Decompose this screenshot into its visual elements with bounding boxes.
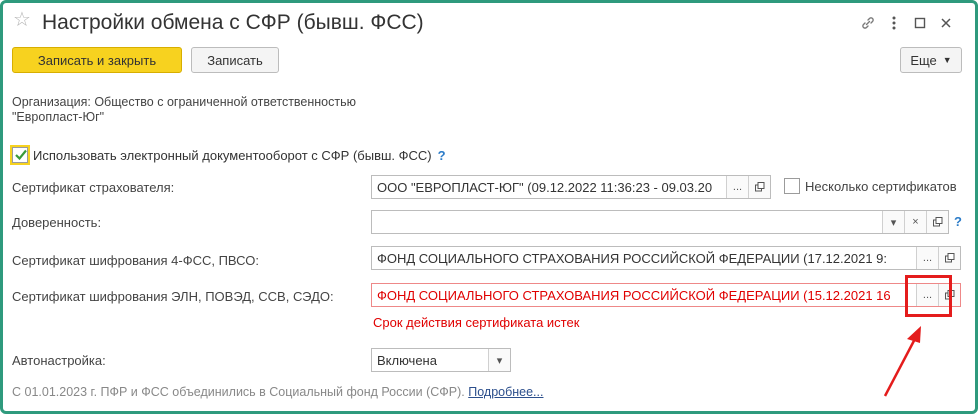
dropdown-icon[interactable]: ▾ — [488, 349, 510, 371]
auto-setup-value: Включена — [377, 352, 437, 368]
footer-note: С 01.01.2023 г. ПФР и ФСС объединились в… — [12, 385, 543, 399]
enc-cert-eln-field[interactable]: ФОНД СОЦИАЛЬНОГО СТРАХОВАНИЯ РОССИЙСКОЙ … — [371, 283, 961, 307]
open-icon[interactable] — [748, 176, 770, 198]
help-icon[interactable]: ? — [954, 214, 962, 229]
enc-cert-4fss-label: Сертификат шифрования 4-ФСС, ПВСО: — [12, 253, 259, 268]
enc-cert-eln-label: Сертификат шифрования ЭЛН, ПОВЭД, ССВ, С… — [12, 289, 334, 304]
organization-line-1: Организация: Общество с ограниченной отв… — [12, 95, 356, 109]
auto-setup-select[interactable]: Включена ▾ — [371, 348, 511, 372]
cert-expired-error: Срок действия сертификата истек — [373, 315, 580, 330]
organization-line-2: "Европласт-Юг" — [12, 110, 105, 124]
window-frame: ☆ Настройки обмена с СФР (бывш. ФСС) Зап… — [0, 0, 978, 414]
star-icon[interactable]: ☆ — [13, 10, 31, 30]
enc-cert-eln-value: ФОНД СОЦИАЛЬНОГО СТРАХОВАНИЯ РОССИЙСКОЙ … — [377, 287, 891, 303]
title-bar: ☆ Настройки обмена с СФР (бывш. ФСС) — [3, 3, 975, 43]
more-button[interactable]: Еще ▼ — [900, 47, 962, 73]
footer-text: С 01.01.2023 г. ПФР и ФСС объединились в… — [12, 385, 465, 399]
save-button[interactable]: Записать — [191, 47, 279, 73]
enc-cert-4fss-field[interactable]: ФОНД СОЦИАЛЬНОГО СТРАХОВАНИЯ РОССИЙСКОЙ … — [371, 246, 961, 270]
checkmark-icon — [15, 149, 27, 161]
annotation-highlight-box — [905, 275, 952, 317]
toolbar: Записать и закрыть Записать Еще ▼ — [3, 47, 975, 77]
edo-checkbox-row[interactable]: Использовать электронный документооборот… — [12, 145, 446, 165]
auto-setup-label: Автонастройка: — [12, 353, 106, 368]
insurer-cert-label: Сертификат страхователя: — [12, 180, 175, 195]
open-icon[interactable] — [938, 247, 960, 269]
power-of-attorney-field[interactable]: ▾ × — [371, 210, 949, 234]
insurer-cert-value: ООО "ЕВРОПЛАСТ-ЮГ" (09.12.2022 11:36:23 … — [377, 179, 713, 195]
maximize-icon[interactable] — [907, 13, 933, 33]
annotation-arrow-icon — [883, 326, 921, 397]
organization-text: Организация: Общество с ограниченной отв… — [12, 95, 356, 125]
enc-cert-4fss-value: ФОНД СОЦИАЛЬНОГО СТРАХОВАНИЯ РОССИЙСКОЙ … — [377, 250, 887, 266]
edo-checkbox-label: Использовать электронный документооборот… — [33, 147, 432, 163]
ellipsis-button[interactable]: ... — [726, 176, 748, 198]
window-title: Настройки обмена с СФР (бывш. ФСС) — [42, 11, 424, 34]
edo-checkbox[interactable] — [12, 147, 28, 163]
multiple-certs-label: Несколько сертификатов — [805, 178, 957, 194]
insurer-cert-field[interactable]: ООО "ЕВРОПЛАСТ-ЮГ" (09.12.2022 11:36:23 … — [371, 175, 771, 199]
dropdown-icon[interactable]: ▾ — [882, 211, 904, 233]
link-icon[interactable] — [855, 13, 881, 33]
multiple-certs-checkbox[interactable] — [784, 178, 800, 194]
help-icon[interactable]: ? — [438, 148, 446, 163]
ellipsis-button[interactable]: ... — [916, 247, 938, 269]
power-of-attorney-label: Доверенность: — [12, 215, 102, 230]
chevron-down-icon: ▼ — [942, 55, 952, 65]
window-controls — [855, 13, 959, 33]
clear-icon[interactable]: × — [904, 211, 926, 233]
multiple-certs-row[interactable]: Несколько сертификатов — [784, 178, 957, 194]
save-and-close-button[interactable]: Записать и закрыть — [12, 47, 182, 73]
close-icon[interactable] — [933, 13, 959, 33]
more-button-label: Еще — [910, 52, 937, 68]
more-info-link[interactable]: Подробнее... — [468, 385, 543, 399]
more-vert-icon[interactable] — [881, 13, 907, 33]
open-icon[interactable] — [926, 211, 948, 233]
